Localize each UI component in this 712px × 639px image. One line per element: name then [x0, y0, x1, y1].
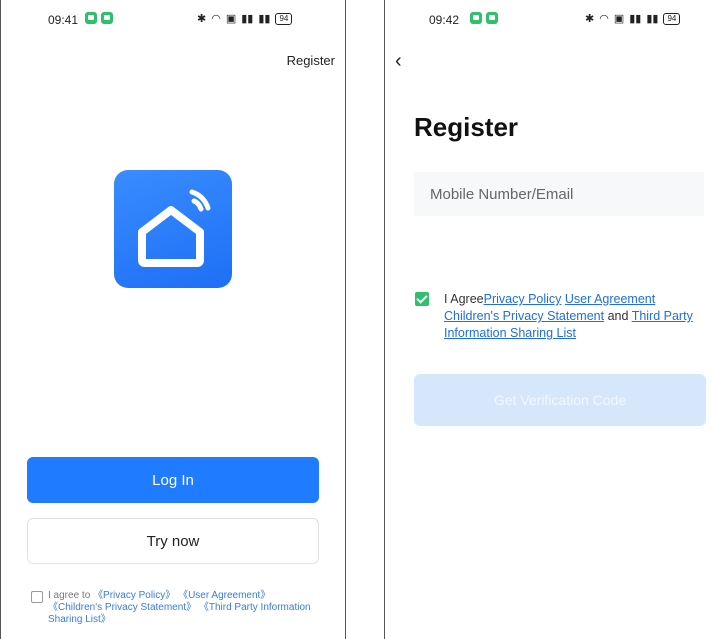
- register-screen: 09:42 ✱ ◠ ▣ ▮▮ ▮▮ 94 ‹ Register I AgreeP…: [384, 0, 712, 639]
- register-link[interactable]: Register: [287, 53, 335, 68]
- login-screen: 09:41 ✱ ◠ ▣ ▮▮ ▮▮ 94 Register Log In Try…: [0, 0, 346, 639]
- user-agreement-link[interactable]: 《User Agreement》: [178, 590, 270, 601]
- agreement-section: I agree to 《Privacy Policy》 《User Agreem…: [31, 590, 317, 626]
- status-time: 09:41: [48, 13, 79, 27]
- hd-icon: ▣: [225, 13, 237, 25]
- wifi-icon: ◠: [599, 13, 609, 25]
- privacy-policy-link[interactable]: 《Privacy Policy》: [93, 590, 175, 601]
- agree-checkbox-checked[interactable]: [415, 292, 429, 306]
- system-icons: ✱ ◠ ▣ ▮▮ ▮▮ 94: [585, 12, 681, 25]
- signal-icon: ▮▮: [241, 13, 254, 25]
- system-icons: ✱ ◠ ▣ ▮▮ ▮▮ 94: [197, 12, 293, 25]
- agreement-section: I AgreePrivacy Policy User Agreement Chi…: [415, 291, 707, 342]
- try-now-button[interactable]: Try now: [27, 518, 319, 564]
- agreement-prefix: I agree to: [48, 590, 91, 601]
- notification-app-icon: [470, 12, 482, 24]
- battery-icon: 94: [275, 12, 293, 25]
- notification-app-icon: [486, 12, 498, 24]
- app-logo: [114, 170, 232, 288]
- signal-icon: ▮▮: [258, 13, 271, 25]
- login-button[interactable]: Log In: [27, 457, 319, 503]
- status-bar: 09:42 ✱ ◠ ▣ ▮▮ ▮▮ 94: [385, 10, 712, 30]
- bluetooth-icon: ✱: [585, 13, 595, 25]
- page-title: Register: [414, 112, 519, 142]
- agree-checkbox[interactable]: [31, 591, 43, 603]
- agreement-and: and: [607, 309, 629, 323]
- back-arrow-icon[interactable]: ‹: [395, 50, 402, 73]
- bluetooth-icon: ✱: [197, 13, 207, 25]
- notification-app-icon: [101, 12, 113, 24]
- app-logo-home-wifi-icon: [138, 189, 211, 267]
- childrens-privacy-link[interactable]: 《Children's Privacy Statement》: [48, 602, 196, 613]
- notification-app-icon: [85, 12, 97, 24]
- signal-icon: ▮▮: [629, 13, 642, 25]
- status-bar: 09:41 ✱ ◠ ▣ ▮▮ ▮▮ 94: [1, 10, 345, 30]
- get-verification-code-button[interactable]: Get Verification Code: [414, 374, 706, 426]
- user-agreement-link[interactable]: User Agreement: [565, 292, 655, 306]
- agreement-prefix: I Agree: [444, 292, 484, 306]
- agreement-text: I agree to 《Privacy Policy》 《User Agreem…: [48, 590, 317, 626]
- agreement-text: I AgreePrivacy Policy User Agreement Chi…: [444, 291, 707, 342]
- wifi-icon: ◠: [211, 13, 221, 25]
- battery-icon: 94: [663, 12, 681, 25]
- privacy-policy-link[interactable]: Privacy Policy: [484, 292, 562, 306]
- childrens-privacy-link[interactable]: Children's Privacy Statement: [444, 309, 604, 323]
- notification-icons: [470, 12, 498, 24]
- mobile-email-input[interactable]: [414, 172, 704, 216]
- hd-icon: ▣: [613, 13, 625, 25]
- notification-icons: [85, 12, 113, 24]
- status-time: 09:42: [429, 13, 460, 27]
- signal-icon: ▮▮: [646, 13, 659, 25]
